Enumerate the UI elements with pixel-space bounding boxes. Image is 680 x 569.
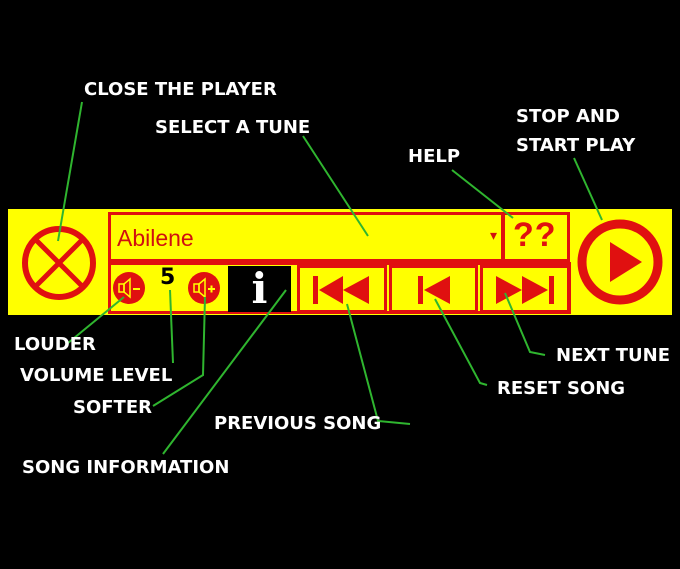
- annotation-volume-level: VOLUME LEVEL: [20, 365, 173, 386]
- annotation-stop-and-start-play-line1: STOP AND: [516, 106, 620, 127]
- annotation-previous-song: PREVIOUS SONG: [214, 413, 382, 434]
- annotation-close-the-player: CLOSE THE PLAYER: [84, 79, 277, 100]
- annotation-louder: LOUDER: [14, 334, 96, 355]
- annotation-song-information: SONG INFORMATION: [22, 457, 230, 478]
- annotation-help: HELP: [408, 146, 461, 167]
- annotation-select-a-tune: SELECT A TUNE: [155, 117, 311, 138]
- annotation-softer: SOFTER: [73, 397, 152, 418]
- annotation-stop-and-start-play-line2: START PLAY: [516, 135, 636, 156]
- annotation-reset-song: RESET SONG: [497, 378, 626, 399]
- annotation-next-tune: NEXT TUNE: [556, 345, 671, 366]
